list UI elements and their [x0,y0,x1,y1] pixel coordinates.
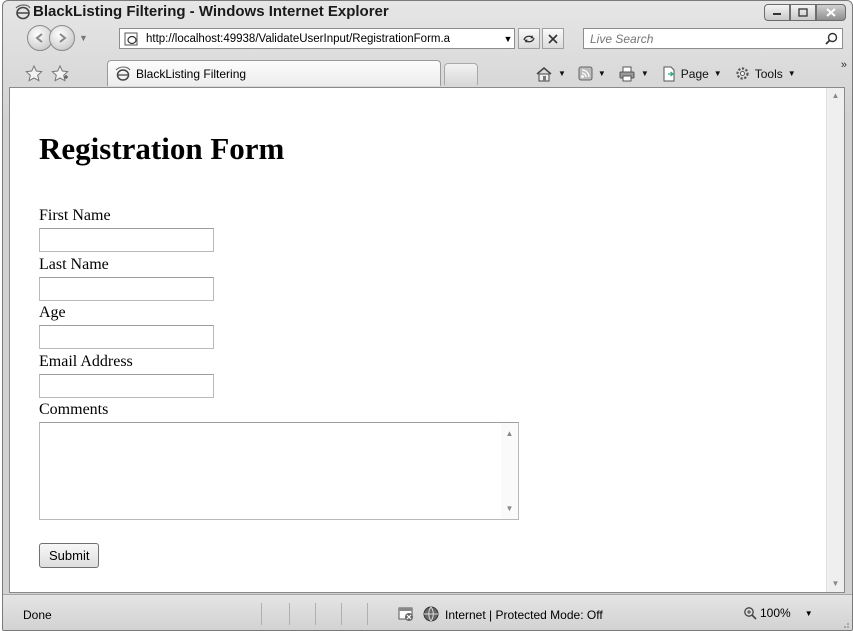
minimize-icon [773,12,781,15]
zoom-control[interactable]: 100% ▼ [743,606,813,620]
add-to-favorites-button[interactable] [51,65,69,83]
home-icon [536,66,552,81]
search-button[interactable] [820,32,842,45]
maximize-button[interactable] [790,4,816,21]
zoom-magnifier-icon [744,607,757,620]
tools-gear-icon [736,67,749,80]
forward-button[interactable] [49,25,75,51]
internet-globe-icon [423,606,439,622]
scroll-up-icon[interactable]: ▲ [501,429,518,438]
stop-icon [548,33,558,44]
submit-button[interactable]: Submit [39,543,100,568]
close-icon [826,8,836,17]
new-tab-button[interactable] [444,63,478,85]
refresh-icon [523,34,535,43]
print-button[interactable]: ▼ [618,66,649,82]
age-label: Age [39,304,66,321]
more-commands-chevron-icon[interactable]: » [841,59,847,71]
chevron-down-icon[interactable]: ▼ [558,69,566,78]
status-divider [289,603,290,625]
security-zone-text[interactable]: Internet | Protected Mode: Off [445,608,603,622]
scroll-down-icon[interactable]: ▼ [501,504,518,513]
first-name-label: First Name [39,207,111,224]
feeds-button[interactable]: ▼ [578,66,606,81]
minimize-button[interactable] [764,4,790,21]
close-button[interactable] [816,4,846,21]
search-box[interactable] [583,28,843,49]
tab-row: BlackListing Filtering ▼ ▼ ▼ Page ▼ Tool… [3,57,852,87]
zoom-level: 100% [760,606,791,620]
address-dropdown[interactable]: ▼ [502,34,514,44]
page-menu-label: Page [680,66,709,81]
page-icon [663,66,675,81]
tab-label: BlackListing Filtering [136,66,247,81]
page-ie-icon [124,32,138,45]
address-bar[interactable]: http://localhost:49938/ValidateUserInput… [119,28,515,49]
ie-logo-icon [15,4,31,20]
chevron-down-icon: ▼ [713,69,722,78]
ie-logo-icon [115,65,131,81]
status-divider [261,603,262,625]
chevron-down-icon[interactable]: ▼ [598,69,606,78]
print-icon [619,66,635,81]
status-bar: Done Internet | Protected Mode: Off 100%… [3,594,852,630]
status-divider [367,603,368,625]
feeds-icon [578,66,593,81]
title-bar: BlackListing Filtering - Windows Interne… [3,1,852,23]
last-name-label: Last Name [39,256,109,273]
registration-page: Registration Form First Name Last Name A… [10,88,828,592]
chevron-down-icon[interactable]: ▼ [641,69,649,78]
maximize-icon [798,8,808,17]
stop-button[interactable] [542,28,564,49]
age-input[interactable] [39,325,214,349]
scroll-down-icon[interactable]: ▼ [827,576,844,592]
page-scrollbar[interactable]: ▲ ▼ [826,88,844,592]
back-icon [35,33,43,43]
refresh-button[interactable] [518,28,540,49]
favorites-star-icon [25,65,43,82]
page-title: Registration Form [39,131,285,166]
search-icon [824,32,837,45]
scroll-up-icon[interactable]: ▲ [827,88,844,104]
first-name-input[interactable] [39,228,214,252]
address-row: ▼ http://localhost:49938/ValidateUserInp… [3,25,852,53]
last-name-input[interactable] [39,277,214,301]
address-url[interactable]: http://localhost:49938/ValidateUserInput… [146,33,502,45]
add-favorites-icon [51,65,69,82]
web-content: Registration Form First Name Last Name A… [9,87,845,593]
chevron-down-icon: ▼ [787,69,796,78]
home-button[interactable]: ▼ [535,66,566,82]
status-text: Done [23,608,52,622]
window-controls [764,4,846,21]
forward-icon [59,33,67,43]
comments-scrollbar[interactable]: ▲ ▼ [501,423,518,519]
comments-textarea[interactable]: ▲ ▼ [39,422,519,520]
browser-window: BlackListing Filtering - Windows Interne… [2,0,853,631]
tools-menu-button[interactable]: Tools ▼ [734,65,796,82]
popup-blocked-icon[interactable] [398,606,414,622]
recent-pages-dropdown[interactable]: ▼ [79,33,88,43]
tab-blacklisting-filtering[interactable]: BlackListing Filtering [107,60,441,86]
status-divider [341,603,342,625]
chevron-down-icon[interactable]: ▼ [805,609,813,618]
window-title: BlackListing Filtering - Windows Interne… [33,3,389,20]
favorites-center-button[interactable] [25,65,43,83]
comments-label: Comments [39,401,109,418]
email-label: Email Address [39,353,133,370]
command-bar: ▼ ▼ ▼ Page ▼ Tools ▼ [535,65,808,82]
resize-grip-icon[interactable] [840,619,850,629]
tools-menu-label: Tools [754,66,783,81]
status-divider [315,603,316,625]
page-menu-button[interactable]: Page ▼ [661,66,722,82]
email-input[interactable] [39,374,214,398]
search-input[interactable] [584,30,820,47]
